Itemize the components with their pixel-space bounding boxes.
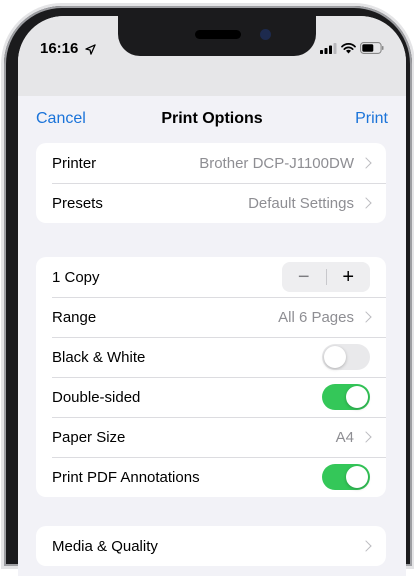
page-title: Print Options: [161, 110, 263, 127]
media-quality-label: Media & Quality: [52, 537, 158, 555]
print-options-group: 1 Copy − + Range All 6 Pages Black & Whi…: [36, 257, 386, 497]
paper-size-row[interactable]: Paper Size A4: [36, 417, 386, 457]
status-icons: [320, 42, 384, 54]
phone-frame: 16:16 Cancel Print Options Print Printer…: [4, 6, 412, 576]
speaker-grille: [195, 30, 241, 39]
presets-value: Default Settings: [248, 194, 354, 212]
paper-size-label: Paper Size: [52, 428, 126, 446]
chevron-right-icon: [360, 197, 372, 209]
black-white-row: Black & White: [36, 337, 386, 377]
notch: [118, 16, 316, 56]
status-time: 16:16: [40, 40, 96, 57]
location-arrow-icon: [84, 43, 96, 55]
pdf-annotations-toggle[interactable]: [322, 464, 370, 490]
copies-label: 1 Copy: [52, 268, 100, 286]
front-camera: [260, 29, 271, 40]
printer-row[interactable]: Printer Brother DCP-J1100DW: [36, 143, 386, 183]
black-white-label: Black & White: [52, 348, 146, 366]
decrement-button[interactable]: −: [282, 262, 326, 292]
status-bar: 16:16: [18, 16, 406, 96]
battery-icon: [360, 42, 384, 54]
range-value: All 6 Pages: [278, 308, 354, 326]
pdf-annotations-row: Print PDF Annotations: [36, 457, 386, 497]
screen: 16:16 Cancel Print Options Print Printer…: [18, 16, 406, 576]
paper-size-value: A4: [335, 428, 354, 446]
printer-settings-group: Printer Brother DCP-J1100DW Presets Defa…: [36, 143, 386, 223]
toggle-knob: [346, 466, 368, 488]
increment-button[interactable]: +: [327, 262, 371, 292]
copies-row: 1 Copy − +: [36, 257, 386, 297]
double-sided-toggle[interactable]: [322, 384, 370, 410]
chevron-right-icon: [360, 540, 372, 552]
presets-label: Presets: [52, 194, 103, 212]
printer-value: Brother DCP-J1100DW: [199, 154, 354, 172]
pdf-annotations-label: Print PDF Annotations: [52, 468, 200, 486]
wifi-icon: [341, 42, 356, 53]
toggle-knob: [346, 386, 368, 408]
double-sided-label: Double-sided: [52, 388, 141, 406]
black-white-toggle[interactable]: [322, 344, 370, 370]
range-label: Range: [52, 308, 97, 326]
chevron-right-icon: [360, 157, 372, 169]
navigation-bar: Cancel Print Options Print: [18, 96, 406, 140]
copies-stepper: − +: [282, 262, 370, 292]
toggle-knob: [324, 346, 346, 368]
presets-row[interactable]: Presets Default Settings: [36, 183, 386, 223]
media-quality-group: Media & Quality: [36, 526, 386, 566]
chevron-right-icon: [360, 431, 372, 443]
print-button[interactable]: Print: [355, 110, 388, 128]
printer-label: Printer: [52, 154, 97, 172]
double-sided-row: Double-sided: [36, 377, 386, 417]
range-row[interactable]: Range All 6 Pages: [36, 297, 386, 337]
media-quality-row[interactable]: Media & Quality: [36, 526, 386, 566]
chevron-right-icon: [360, 311, 372, 323]
cellular-signal-icon: [320, 42, 337, 54]
